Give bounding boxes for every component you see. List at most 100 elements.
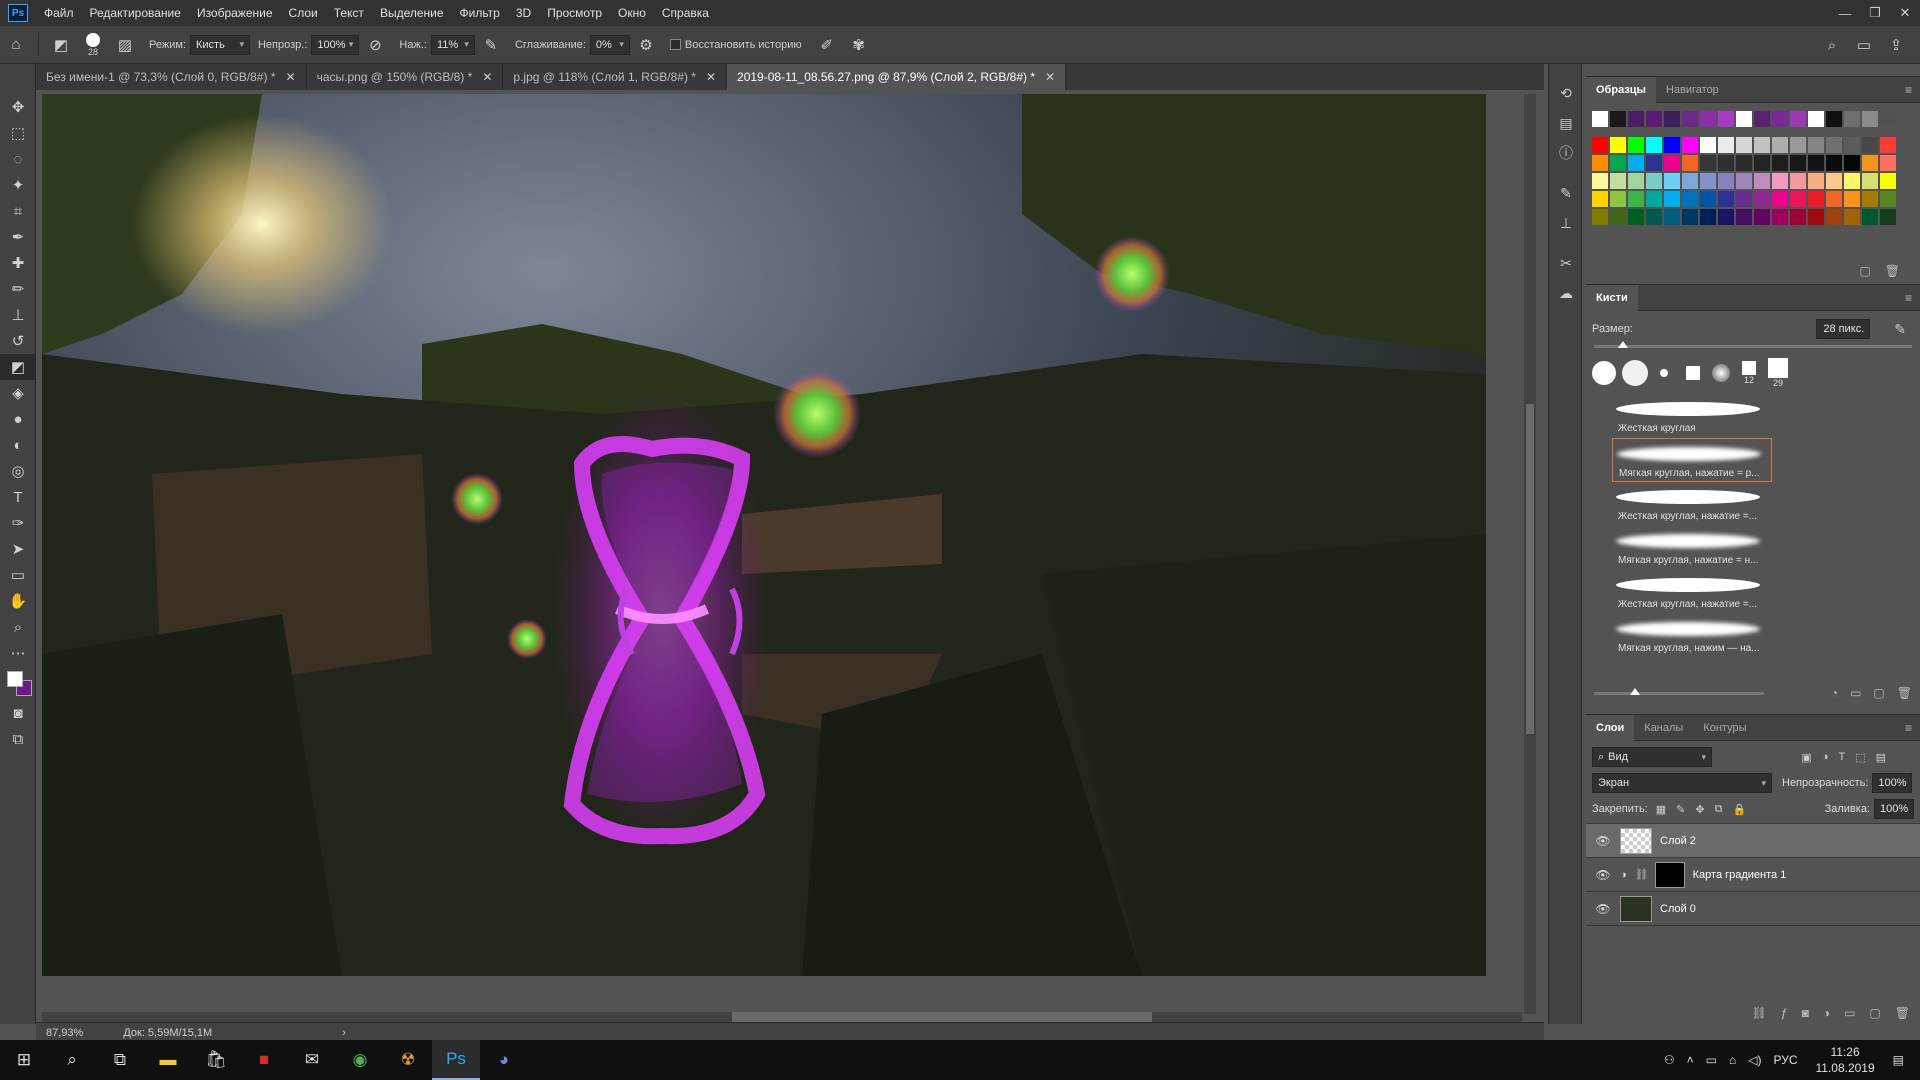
chevron-right-icon[interactable]: › [342, 1027, 346, 1039]
windows-start-icon[interactable]: ⊞ [0, 1040, 48, 1080]
color-swatch[interactable] [1880, 173, 1896, 189]
menu-3d[interactable]: 3D [508, 0, 539, 26]
color-swatch[interactable] [1628, 191, 1644, 207]
color-swatches[interactable] [0, 666, 35, 700]
color-swatch[interactable] [1826, 173, 1842, 189]
color-swatch[interactable] [1790, 155, 1806, 171]
panel-menu-icon[interactable]: ≡ [1905, 291, 1912, 305]
share-icon[interactable]: ⇪ [1883, 32, 1909, 58]
brush-size-field[interactable]: 28 пикс. [1816, 319, 1871, 339]
pressure-field[interactable]: 11% ▾ [430, 34, 475, 55]
color-swatch[interactable] [1592, 137, 1608, 153]
close-icon[interactable]: ✕ [1045, 70, 1055, 84]
color-swatch[interactable] [1790, 191, 1806, 207]
color-swatch[interactable] [1754, 173, 1770, 189]
game-icon[interactable]: ☢ [384, 1040, 432, 1080]
hard-round-tip-icon[interactable] [1592, 361, 1616, 385]
eraser-tool-icon[interactable]: ◩ [48, 32, 74, 58]
small-tip-icon[interactable] [1660, 369, 1668, 377]
volume-icon[interactable]: ◁) [1748, 1053, 1761, 1067]
link-layers-icon[interactable]: ⛓ [1752, 1006, 1767, 1020]
mode-select[interactable]: Кисть ▾ [189, 34, 250, 55]
color-swatch[interactable] [1664, 209, 1680, 225]
color-swatch[interactable] [1772, 111, 1788, 127]
document-canvas[interactable] [42, 94, 1486, 976]
layer-row[interactable]: 👁 Слой 0 [1586, 892, 1920, 926]
tab-brushes[interactable]: Кисти [1586, 284, 1638, 311]
tab-document-1[interactable]: Без имени-1 @ 73,3% (Слой 0, RGB/8#) * ✕ [36, 64, 307, 90]
path-selection-tool-icon[interactable]: ➤ [0, 536, 36, 562]
preset-12[interactable]: 12 [1742, 361, 1756, 385]
menu-help[interactable]: Справка [654, 0, 717, 26]
blur-tool-icon[interactable]: ● [0, 406, 36, 432]
preset-29[interactable]: 29 [1768, 358, 1788, 388]
blend-mode-select[interactable]: Экран ▾ [1592, 773, 1772, 793]
tab-document-4[interactable]: 2019-08-11_08.56.27.png @ 87,9% (Слой 2,… [727, 64, 1067, 90]
language-indicator[interactable]: РУС [1773, 1053, 1797, 1067]
brush-preset-item[interactable]: Жесткая круглая, нажатие =... [1612, 570, 1772, 614]
color-swatch[interactable] [1736, 155, 1752, 171]
color-swatch[interactable] [1844, 173, 1860, 189]
color-swatch[interactable] [1628, 155, 1644, 171]
type-tool-icon[interactable]: T [0, 484, 36, 510]
menu-file[interactable]: Файл [36, 0, 82, 26]
store-icon[interactable]: 🛍 [192, 1040, 240, 1080]
color-swatch[interactable] [1682, 173, 1698, 189]
color-swatch[interactable] [1646, 111, 1662, 127]
tab-channels[interactable]: Каналы [1634, 715, 1693, 741]
brush-settings-icon[interactable]: ▨ [112, 32, 138, 58]
hand-tool-icon[interactable]: ✋ [0, 588, 36, 614]
menu-image[interactable]: Изображение [189, 0, 281, 26]
lock-all-icon[interactable]: 🔒 [1732, 803, 1746, 816]
brush-settings-icon[interactable]: ✎ [1549, 178, 1583, 208]
color-swatch[interactable] [1808, 155, 1824, 171]
color-swatch[interactable] [1790, 173, 1806, 189]
color-swatch[interactable] [1700, 111, 1716, 127]
hard-round-tip-icon[interactable] [1622, 360, 1648, 386]
color-swatch[interactable] [1754, 191, 1770, 207]
network-icon[interactable]: ⌂ [1729, 1053, 1736, 1067]
color-swatch[interactable] [1610, 209, 1626, 225]
properties-icon[interactable]: ▤ [1549, 108, 1583, 138]
color-swatch[interactable] [1718, 209, 1734, 225]
menu-edit[interactable]: Редактирование [82, 0, 189, 26]
dodge-tool-icon[interactable]: ◐ [0, 432, 36, 458]
home-icon[interactable]: ⌂ [3, 32, 29, 58]
eyedropper-tool-icon[interactable]: ✒ [0, 224, 36, 250]
color-swatch[interactable] [1646, 137, 1662, 153]
zoom-tool-icon[interactable]: ⌕ [0, 614, 36, 640]
airbrush-icon[interactable]: ✎ [478, 32, 504, 58]
color-swatch[interactable] [1700, 173, 1716, 189]
menu-layers[interactable]: Слои [281, 0, 326, 26]
eye-icon[interactable]: 👁 [1592, 902, 1614, 916]
search-icon[interactable]: ⌕ [48, 1040, 96, 1080]
opacity-field[interactable]: 100% ▾ [311, 34, 360, 55]
color-swatch[interactable] [1682, 191, 1698, 207]
marquee-tool-icon[interactable]: ⬚ [0, 120, 36, 146]
type-filter-icon[interactable]: T [1838, 751, 1845, 764]
tab-document-2[interactable]: часы.png @ 150% (RGB/8) * ✕ [306, 64, 504, 90]
close-icon[interactable]: ✕ [706, 70, 716, 84]
brush-preset-item[interactable]: Мягкая круглая, нажатие = н... [1612, 526, 1772, 570]
soft-tip-icon[interactable] [1712, 364, 1730, 382]
color-swatch[interactable] [1682, 111, 1698, 127]
sponge-tool-icon[interactable]: ◎ [0, 458, 36, 484]
folder-icon[interactable]: ▭ [1850, 686, 1861, 700]
color-swatch[interactable] [1862, 191, 1878, 207]
trash-icon[interactable]: 🗑 [1895, 1006, 1910, 1020]
brush-preset-picker[interactable]: 28 [80, 32, 106, 58]
color-swatch[interactable] [1862, 137, 1878, 153]
horizontal-scrollbar[interactable] [42, 1012, 1522, 1022]
clock[interactable]: 11:26 11.08.2019 [1815, 1044, 1874, 1076]
layer-row[interactable]: 👁 ◑ ⛓ Карта градиента 1 [1586, 858, 1920, 892]
lasso-tool-icon[interactable]: ◌ [0, 146, 36, 172]
color-swatch[interactable] [1772, 173, 1788, 189]
color-swatch[interactable] [1664, 173, 1680, 189]
color-swatch[interactable] [1610, 111, 1626, 127]
chrome-icon[interactable]: ◉ [336, 1040, 384, 1080]
color-swatch[interactable] [1610, 137, 1626, 153]
tab-paths[interactable]: Контуры [1693, 715, 1756, 741]
libraries-icon[interactable]: ☁ [1549, 278, 1583, 308]
color-swatch[interactable] [1682, 137, 1698, 153]
brush-preset-item[interactable]: Жесткая круглая [1612, 394, 1772, 438]
